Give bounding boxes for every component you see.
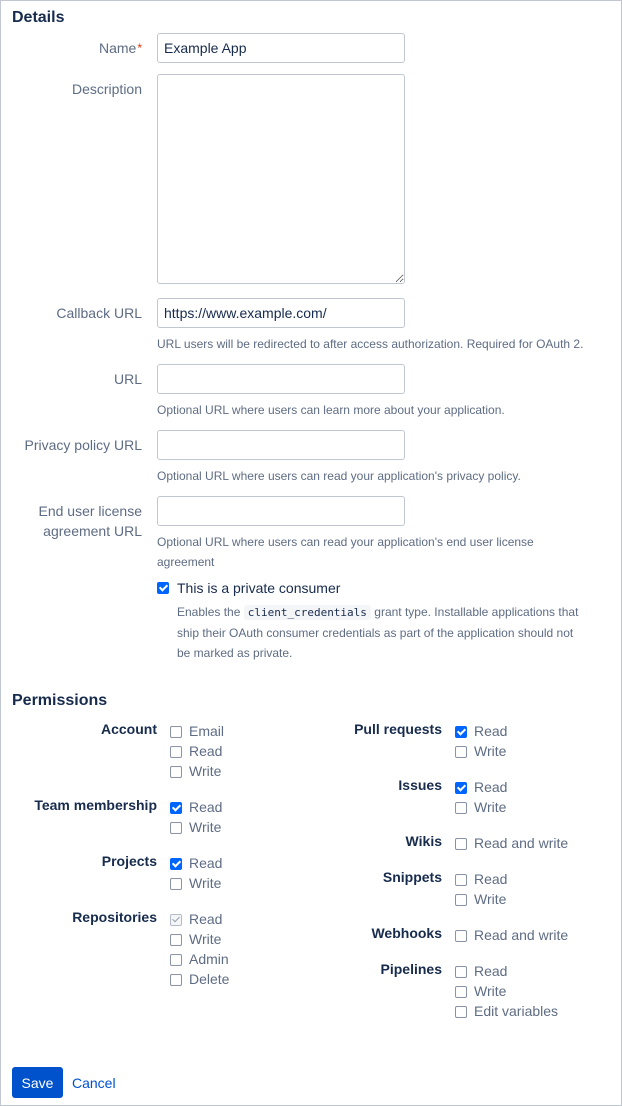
wikis-read-write-label: Read and write [474,835,569,851]
pipelines-write-checkbox[interactable] [455,986,467,998]
description-label: Description [71,81,142,97]
issues-write-label: Write [474,799,507,815]
name-label: Name* [98,40,142,56]
url-input[interactable] [157,364,405,394]
repositories-write-checkbox[interactable] [170,934,182,946]
repositories-admin-checkbox[interactable] [170,954,182,966]
snippets-write-label: Write [474,891,507,907]
account-email-checkbox[interactable] [170,726,182,738]
repositories-delete-label: Delete [189,971,230,987]
repositories-read-checkbox [170,914,182,926]
permissions-heading: Permissions [12,692,108,709]
account-write-label: Write [189,763,222,779]
description-textarea[interactable] [157,74,405,284]
private-consumer-checkbox[interactable] [157,582,169,594]
team-membership-read-checkbox[interactable] [170,802,182,814]
account-write-checkbox[interactable] [170,766,182,778]
eula-url-label: End user license agreement URL [38,503,142,539]
pipelines-label: Pipelines [380,961,442,977]
repositories-label: Repositories [72,909,157,925]
name-input[interactable] [157,33,405,63]
callback-url-help: URL users will be redirected to after ac… [157,337,584,351]
repositories-delete-checkbox[interactable] [170,974,182,986]
pipelines-edit-variables-checkbox[interactable] [455,1006,467,1018]
wikis-label: Wikis [405,833,442,849]
pipelines-edit-variables-label: Edit variables [474,1003,559,1019]
url-label: URL [113,371,142,387]
pipelines-read-checkbox[interactable] [455,966,467,978]
privacy-policy-url-help: Optional URL where users can read your a… [157,469,521,483]
projects-write-checkbox[interactable] [170,878,182,890]
pull-requests-write-checkbox[interactable] [455,746,467,758]
callback-url-input[interactable] [157,298,405,328]
projects-write-label: Write [189,875,222,891]
pipelines-read-label: Read [474,963,508,979]
account-read-label: Read [189,743,223,759]
details-heading: Details [12,9,65,26]
issues-write-checkbox[interactable] [455,802,467,814]
projects-read-checkbox[interactable] [170,858,182,870]
projects-read-label: Read [189,855,223,871]
team-membership-write-label: Write [189,819,222,835]
private-consumer-help: Enables the client_credentials grant typ… [177,605,579,660]
callback-url-label: Callback URL [56,305,142,321]
eula-url-help: Optional URL where users can read your a… [157,535,534,569]
pull-requests-label: Pull requests [354,721,442,737]
issues-read-checkbox[interactable] [455,782,467,794]
account-label: Account [101,721,157,737]
snippets-read-checkbox[interactable] [455,874,467,886]
account-read-checkbox[interactable] [170,746,182,758]
snippets-read-label: Read [474,871,508,887]
team-membership-label: Team membership [34,797,157,813]
privacy-policy-url-input[interactable] [157,430,405,460]
snippets-label: Snippets [382,869,442,885]
repositories-write-label: Write [189,931,222,947]
issues-read-label: Read [474,779,508,795]
cancel-link[interactable]: Cancel [72,1073,116,1093]
webhooks-read-write-checkbox[interactable] [455,930,467,942]
client-credentials-code: client_credentials [243,605,371,620]
required-marker: * [137,41,142,55]
snippets-write-checkbox[interactable] [455,894,467,906]
account-email-label: Email [189,723,225,739]
pull-requests-read-label: Read [474,723,508,739]
issues-label: Issues [398,777,442,793]
team-membership-write-checkbox[interactable] [170,822,182,834]
webhooks-read-write-label: Read and write [474,927,569,943]
private-consumer-label: This is a private consumer [177,580,341,596]
wikis-read-write-checkbox[interactable] [455,838,467,850]
repositories-admin-label: Admin [189,951,229,967]
pull-requests-read-checkbox[interactable] [455,726,467,738]
webhooks-label: Webhooks [371,925,442,941]
pipelines-write-label: Write [474,983,507,999]
team-membership-read-label: Read [189,799,223,815]
repositories-read-label: Read [189,911,223,927]
url-help: Optional URL where users can learn more … [157,403,505,417]
pull-requests-write-label: Write [474,743,507,759]
privacy-policy-url-label: Privacy policy URL [24,437,142,453]
eula-url-input[interactable] [157,496,405,526]
save-button[interactable]: Save [12,1067,63,1098]
projects-label: Projects [101,853,157,869]
